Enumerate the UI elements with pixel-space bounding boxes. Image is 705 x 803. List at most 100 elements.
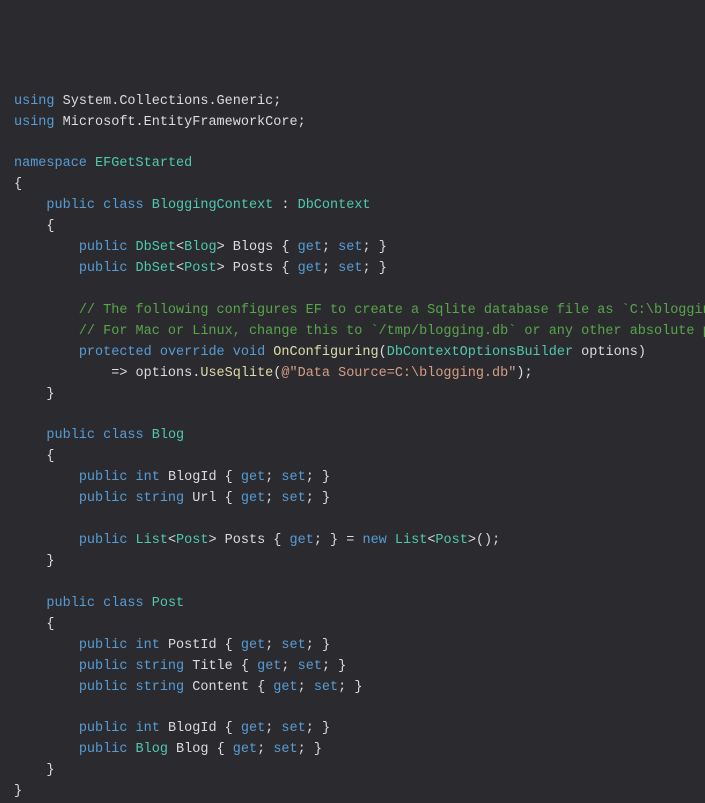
- keyword-set: set: [281, 638, 305, 653]
- arrow: =>: [111, 366, 127, 381]
- semicolon: ;: [257, 742, 265, 757]
- keyword-protected: protected: [79, 345, 152, 360]
- type-int: int: [136, 638, 160, 653]
- semicolon: ;: [338, 680, 346, 695]
- type-generic: List: [395, 533, 427, 548]
- comment-line: // For Mac or Linux, change this to `/tm…: [79, 324, 705, 339]
- brace-close: }: [322, 491, 330, 506]
- lt: <: [176, 240, 184, 255]
- keyword-get: get: [233, 742, 257, 757]
- property-name: Content: [192, 680, 249, 695]
- keyword-set: set: [338, 261, 362, 276]
- keyword-get: get: [241, 470, 265, 485]
- semicolon: ;: [265, 470, 273, 485]
- keyword-namespace: namespace: [14, 156, 87, 171]
- eq: =: [346, 533, 354, 548]
- keyword-new: new: [362, 533, 386, 548]
- type-generic: DbSet: [136, 240, 177, 255]
- type-string: string: [136, 491, 185, 506]
- gt: >: [217, 261, 225, 276]
- keyword-public: public: [79, 638, 128, 653]
- namespace-ref: Microsoft.EntityFrameworkCore: [63, 115, 298, 130]
- semicolon: ;: [298, 742, 306, 757]
- keyword-public: public: [79, 491, 128, 506]
- type-int: int: [136, 470, 160, 485]
- keyword-get: get: [290, 533, 314, 548]
- keyword-using: using: [14, 115, 55, 130]
- type-string: string: [136, 659, 185, 674]
- keyword-set: set: [273, 742, 297, 757]
- keyword-set: set: [338, 240, 362, 255]
- keyword-set: set: [314, 680, 338, 695]
- property-name: Posts: [233, 261, 274, 276]
- keyword-public: public: [79, 742, 128, 757]
- type-generic: List: [136, 533, 168, 548]
- semicolon: ;: [306, 470, 314, 485]
- keyword-void: void: [233, 345, 265, 360]
- brace-close: }: [338, 659, 346, 674]
- keyword-public: public: [79, 240, 128, 255]
- brace-open: {: [46, 617, 54, 632]
- lparen: (: [379, 345, 387, 360]
- brace-close: }: [314, 742, 322, 757]
- type-arg: Post: [435, 533, 467, 548]
- keyword-get: get: [241, 721, 265, 736]
- keyword-set: set: [281, 491, 305, 506]
- namespace-ref: System.Collections.Generic: [63, 94, 274, 109]
- keyword-class: class: [103, 596, 144, 611]
- keyword-class: class: [103, 428, 144, 443]
- brace-close: }: [330, 533, 338, 548]
- semicolon: ;: [298, 680, 306, 695]
- brace-close: }: [379, 261, 387, 276]
- semicolon: ;: [306, 638, 314, 653]
- type-string: string: [136, 680, 185, 695]
- class-name: BloggingContext: [152, 198, 274, 213]
- semicolon: ;: [306, 491, 314, 506]
- semicolon: ;: [322, 659, 330, 674]
- semicolon: ;: [362, 240, 370, 255]
- brace-close: }: [379, 240, 387, 255]
- type-int: int: [136, 721, 160, 736]
- keyword-public: public: [79, 721, 128, 736]
- brace-close: }: [46, 387, 54, 402]
- brace-open: {: [14, 177, 22, 192]
- type-ref: Blog: [136, 742, 168, 757]
- semicolon: ;: [265, 638, 273, 653]
- gt: >: [208, 533, 216, 548]
- keyword-set: set: [298, 659, 322, 674]
- comment-line: // The following configures EF to create…: [79, 303, 705, 318]
- brace-open: {: [217, 742, 225, 757]
- brace-open: {: [46, 449, 54, 464]
- keyword-set: set: [281, 470, 305, 485]
- type-arg: Post: [176, 533, 208, 548]
- keyword-public: public: [79, 533, 128, 548]
- property-name: BlogId: [168, 470, 217, 485]
- brace-close: }: [322, 638, 330, 653]
- keyword-public: public: [79, 680, 128, 695]
- lt: <: [168, 533, 176, 548]
- keyword-public: public: [46, 428, 95, 443]
- property-name: PostId: [168, 638, 217, 653]
- verbatim-at: @: [281, 366, 289, 381]
- keyword-class: class: [103, 198, 144, 213]
- keyword-get: get: [257, 659, 281, 674]
- semicolon: ;: [524, 366, 532, 381]
- gt: >: [217, 240, 225, 255]
- colon: :: [281, 198, 289, 213]
- identifier: options: [136, 366, 193, 381]
- keyword-public: public: [46, 198, 95, 213]
- semicolon: ;: [265, 491, 273, 506]
- method-name: OnConfiguring: [273, 345, 378, 360]
- type-arg: Post: [184, 261, 216, 276]
- brace-close: }: [14, 784, 22, 799]
- keyword-get: get: [241, 638, 265, 653]
- brace-open: {: [281, 261, 289, 276]
- semicolon: ;: [322, 261, 330, 276]
- brace-open: {: [257, 680, 265, 695]
- class-name: Post: [152, 596, 184, 611]
- keyword-get: get: [298, 261, 322, 276]
- param-type: DbContextOptionsBuilder: [387, 345, 573, 360]
- brace-open: {: [281, 240, 289, 255]
- property-name: Title: [192, 659, 233, 674]
- semicolon: ;: [281, 659, 289, 674]
